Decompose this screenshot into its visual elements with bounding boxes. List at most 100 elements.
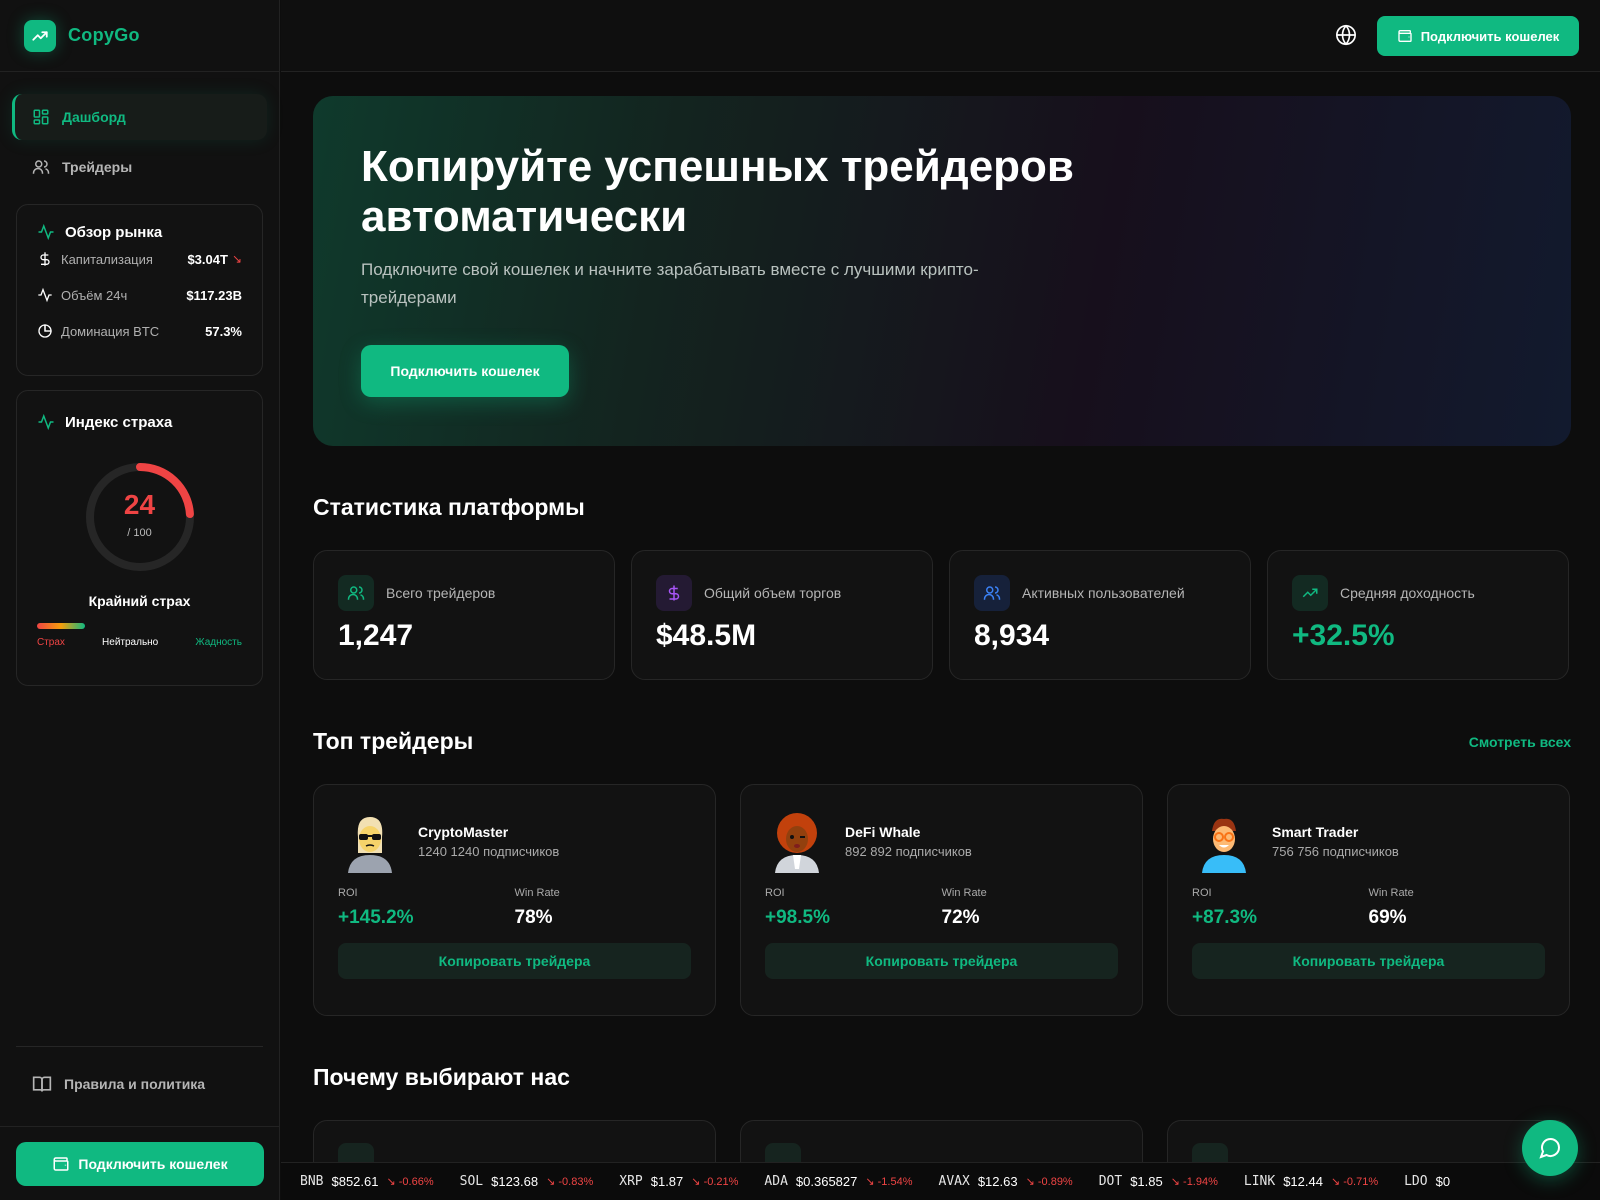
market-cap-label: Капитализация <box>61 251 153 267</box>
users-icon <box>32 160 50 174</box>
sidebar-bottom: Правила и политика <box>16 1046 263 1121</box>
dashboard-icon <box>33 109 49 125</box>
top-header: Подключить кошелек <box>281 0 1600 72</box>
ticker-change: ↘ -0.83% <box>546 1176 594 1188</box>
trend-down-icon: ↘ <box>231 252 242 266</box>
winrate-label: Win Rate <box>941 887 987 899</box>
users-icon <box>974 575 1010 611</box>
winrate-label: Win Rate <box>1368 887 1414 899</box>
rules-link[interactable]: Правила и политика <box>16 1047 263 1121</box>
ticker-symbol: SOL <box>459 1174 484 1189</box>
stats-title: Статистика платформы <box>313 494 585 520</box>
main-content: Копируйте успешных трейдеров автоматичес… <box>313 96 1571 1200</box>
brand-name: CopyGo <box>68 25 140 45</box>
stat-label: Всего трейдеров <box>386 585 496 601</box>
ticker-price: $1.87 <box>650 1174 684 1189</box>
ticker-item: LINK $12.44 ↘ -0.71% <box>1244 1174 1378 1189</box>
copy-trader-button[interactable]: Копировать трейдера <box>338 943 691 979</box>
copy-trader-button[interactable]: Копировать трейдера <box>1192 943 1545 979</box>
fear-legend-neutral: Нейтрально <box>102 637 159 648</box>
sidebar-item-dashboard[interactable]: Дашборд <box>12 94 267 140</box>
logo-row[interactable]: CopyGo <box>0 0 279 72</box>
stat-label: Общий объем торгов <box>704 585 842 601</box>
hero-connect-wallet-button[interactable]: Подключить кошелек <box>361 345 569 397</box>
ticker-symbol: XRP <box>619 1174 643 1189</box>
sidebar-item-traders[interactable]: Трейдеры <box>12 144 267 190</box>
stat-card-volume: Общий объем торгов $48.5M <box>631 550 933 680</box>
roi-label: ROI <box>765 887 785 899</box>
trader-subscribers: 892 892 подписчиков <box>845 843 972 859</box>
roi-value: +87.3% <box>1192 907 1257 928</box>
sidebar-nav: Дашборд Трейдеры <box>0 72 279 190</box>
trader-subscribers: 756 756 подписчиков <box>1272 843 1399 859</box>
fear-gauge: 24 / 100 <box>82 459 198 575</box>
stat-value: $48.5M <box>656 619 757 652</box>
fear-index-panel: Индекс страха 24 / 100 Крайний страх Стр… <box>16 390 263 686</box>
avatar <box>765 809 829 873</box>
trending-up-icon <box>1292 575 1328 611</box>
fear-value: 24 <box>123 489 156 520</box>
top-traders-title: Топ трейдеры <box>313 728 474 754</box>
ticker-item: LDO $0 <box>1404 1174 1458 1189</box>
sidebar-connect-wallet-button[interactable]: Подключить кошелек <box>16 1142 264 1186</box>
ticker-item: DOT $1.85 ↘ -1.94% <box>1099 1174 1218 1189</box>
copy-trader-button[interactable]: Копировать трейдера <box>765 943 1118 979</box>
hero-subtitle: Подключите свой кошелек и начните зараба… <box>361 260 979 307</box>
trader-card[interactable]: DeFi Whale 892 892 подписчиков ROI +98.5… <box>740 784 1143 1016</box>
btc-dominance-value: 57.3% <box>205 323 242 339</box>
ticker-symbol: DOT <box>1098 1174 1123 1189</box>
traders-grid: CryptoMaster 1240 1240 подписчиков ROI +… <box>313 784 1571 1016</box>
activity-icon <box>38 413 54 431</box>
fear-scale-bar <box>37 623 85 629</box>
fear-legend-fear: Страх <box>37 637 65 648</box>
stat-value: 1,247 <box>338 619 414 652</box>
dollar-icon <box>40 252 50 266</box>
ticker-item: AVAX $12.63 ↘ -0.89% <box>939 1174 1073 1189</box>
header-connect-wallet-button[interactable]: Подключить кошелек <box>1377 16 1579 56</box>
sidebar-item-label: Дашборд <box>62 109 126 125</box>
sidebar: CopyGo Дашборд Трейдеры Обзор рынка Капи… <box>0 0 280 1200</box>
trader-name: DeFi Whale <box>845 823 921 840</box>
stat-card-traders: Всего трейдеров 1,247 <box>313 550 615 680</box>
roi-value: +98.5% <box>765 907 830 928</box>
ticker-price: $852.61 <box>331 1174 379 1189</box>
trend-down-icon: ↘ <box>865 1176 878 1188</box>
market-overview-title: Обзор рынка <box>37 223 242 241</box>
winrate-label: Win Rate <box>514 887 560 899</box>
trader-subscribers: 1240 1240 подписчиков <box>418 843 560 859</box>
btc-dominance-label: Доминация BTC <box>61 323 160 339</box>
ticker-change: ↘ -1.94% <box>1170 1176 1218 1188</box>
hero-title: Копируйте успешных трейдеров автоматичес… <box>361 142 1074 241</box>
ticker-price: $12.63 <box>977 1174 1018 1189</box>
winrate-value: 72% <box>941 907 980 928</box>
users-icon <box>338 575 374 611</box>
ticker-change: ↘ -1.54% <box>865 1176 913 1188</box>
trend-down-icon: ↘ <box>1025 1176 1038 1188</box>
logo-icon <box>24 19 56 52</box>
trader-card[interactable]: Smart Trader 756 756 подписчиков ROI +87… <box>1167 784 1570 1016</box>
pie-icon <box>38 324 52 338</box>
fear-legend: Страх Нейтрально Жадность <box>37 637 242 648</box>
volume-label: Объём 24ч <box>61 287 128 303</box>
winrate-value: 69% <box>1368 907 1407 928</box>
ticker-item: BNB $852.61 ↘ -0.66% <box>300 1174 434 1189</box>
roi-label: ROI <box>1192 887 1212 899</box>
ticker-change: ↘ -0.89% <box>1025 1176 1073 1188</box>
price-ticker: BNB $852.61 ↘ -0.66% SOL $123.68 ↘ -0.83% XRP $… <box>281 1162 1600 1200</box>
trader-card[interactable]: CryptoMaster 1240 1240 подписчиков ROI +… <box>313 784 716 1016</box>
avatar <box>1192 809 1256 873</box>
ticker-item: SOL $123.68 ↘ -0.83% <box>460 1174 594 1189</box>
see-all-link[interactable]: Смотреть всех <box>1469 734 1571 750</box>
stat-card-avg-return: Средняя доходность +32.5% <box>1267 550 1569 680</box>
ticker-symbol: BNB <box>300 1174 324 1189</box>
sidebar-item-label: Трейдеры <box>62 159 133 175</box>
wallet-icon <box>1398 30 1412 42</box>
chat-button[interactable] <box>1522 1120 1578 1176</box>
ticker-item: ADA $0.365827 ↘ -1.54% <box>764 1174 912 1189</box>
fear-level-label: Крайний страх <box>88 593 191 609</box>
ticker-item: XRP $1.87 ↘ -0.21% <box>619 1174 738 1189</box>
volume-row: Объём 24ч $117.23B <box>37 277 242 313</box>
activity-icon <box>38 223 54 241</box>
globe-icon[interactable] <box>1335 24 1357 51</box>
market-cap-value: $3.04T <box>187 251 228 267</box>
